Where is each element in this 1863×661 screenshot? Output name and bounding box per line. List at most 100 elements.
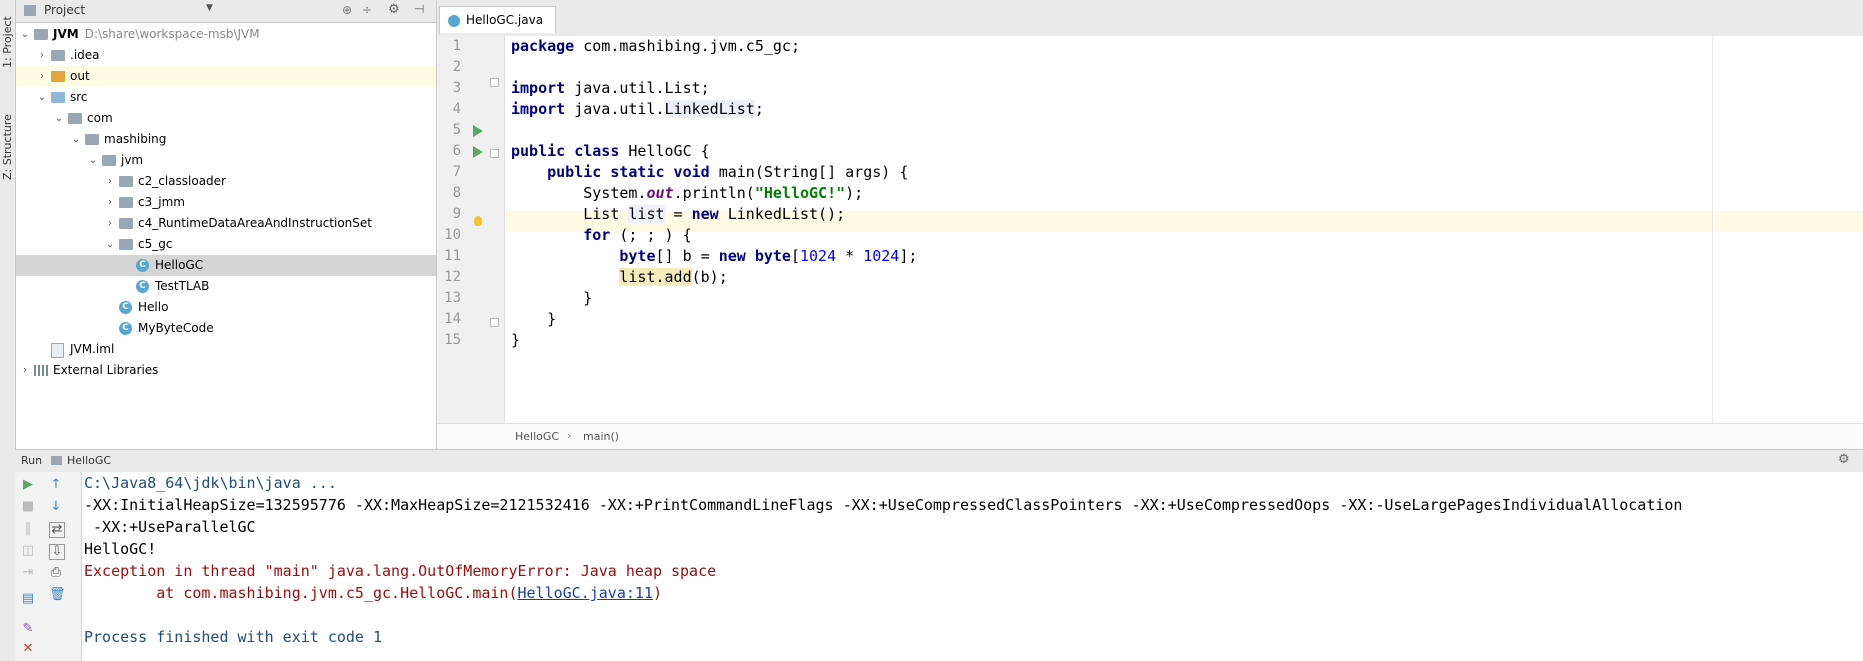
tree-item[interactable]: ⌄ com — [16, 108, 436, 129]
package-icon — [68, 113, 82, 124]
package-icon — [85, 134, 99, 145]
tree-item[interactable]: › c3_jmm — [16, 192, 436, 213]
run-config-icon — [51, 456, 62, 465]
run-panel-header: Run HelloGC ⚙ — [15, 449, 1863, 473]
console-exception-line: Exception in thread "main" java.lang.Out… — [84, 562, 717, 580]
chevron-right-icon[interactable]: › — [20, 360, 30, 381]
tree-item[interactable]: JVM.iml — [16, 339, 436, 360]
tree-item[interactable]: ⌄ JVM D:\share\workspace-msb\JVM — [16, 24, 436, 45]
gear-icon[interactable]: ⚙ — [388, 2, 400, 17]
tree-item-label: src — [70, 90, 88, 104]
tree-item-label: c4_RuntimeDataAreaAndInstructionSet — [138, 216, 372, 230]
package-icon — [119, 218, 133, 229]
tree-item[interactable]: › out — [16, 66, 436, 87]
line-number: 14 — [444, 311, 461, 327]
code-line-1: package com.mashibing.jvm.c5_gc; — [511, 37, 800, 55]
code-line-9: List list = new LinkedList(); — [583, 205, 846, 223]
tree-item[interactable]: › c2_classloader — [16, 171, 436, 192]
hide-panel-icon[interactable]: ⊣ — [414, 2, 424, 16]
structure-tool-tab-label: Z: Structure — [1, 114, 14, 180]
run-class-icon[interactable] — [473, 125, 483, 137]
class-icon: C — [136, 280, 149, 293]
folder-orange-icon — [51, 71, 65, 82]
class-icon: C — [136, 259, 149, 272]
line-number: 12 — [444, 269, 461, 285]
gear-icon[interactable]: ⚙ — [1838, 452, 1850, 467]
tree-item[interactable]: C Hello — [16, 297, 436, 318]
run-toolbar: ▶ ↑ ■ ↓ ‖ ⇄ ◫ ⇩ ⇥ ⎙ ▤ 🗑 ✎ ✕ — [15, 472, 82, 661]
chevron-right-icon[interactable]: › — [37, 45, 47, 66]
right-margin-guide — [1712, 36, 1713, 423]
breadcrumb: HelloGC › main() — [437, 423, 1863, 450]
soft-wrap-icon[interactable]: ⇄ — [49, 522, 65, 538]
structure-tool-tab[interactable]: Z: Structure — [0, 100, 15, 180]
tree-item-label: JVM.iml — [70, 342, 115, 356]
scroll-up-icon[interactable]: ↑ — [49, 478, 63, 492]
project-tool-tab-label: 1: Project — [1, 16, 14, 68]
line-number: 4 — [452, 101, 461, 117]
tree-item[interactable]: › c4_RuntimeDataAreaAndInstructionSet — [16, 213, 436, 234]
breadcrumb-separator-icon: › — [567, 429, 572, 442]
scroll-to-end-icon[interactable]: ⇩ — [49, 544, 65, 560]
fold-marker-icon[interactable] — [490, 78, 499, 87]
close-icon[interactable]: ✕ — [21, 642, 35, 656]
tree-item[interactable]: ⌄ jvm — [16, 150, 436, 171]
chevron-down-icon[interactable]: ⌄ — [88, 150, 98, 171]
class-icon: C — [119, 301, 132, 314]
pause-icon[interactable]: ‖ — [21, 522, 35, 536]
tree-item[interactable]: › External Libraries — [16, 360, 436, 381]
chevron-right-icon[interactable]: › — [105, 171, 115, 192]
project-view-icon — [24, 5, 36, 16]
chevron-down-icon[interactable]: ⌄ — [37, 87, 47, 108]
stop-icon[interactable]: ■ — [21, 500, 35, 514]
chevron-right-icon[interactable]: › — [37, 66, 47, 87]
console-output[interactable]: C:\Java8_64\jdk\bin\java ... -XX:Initial… — [82, 472, 1863, 661]
run-label: Run — [21, 454, 43, 467]
chevron-down-icon[interactable]: ⌄ — [105, 234, 115, 255]
tree-item-label: TestTLAB — [155, 279, 210, 293]
scroll-down-icon[interactable]: ↓ — [49, 500, 63, 514]
line-number: 9 — [452, 206, 461, 222]
pin-icon[interactable]: ✎ — [21, 622, 35, 636]
project-tool-tab[interactable]: 1: Project — [0, 8, 15, 68]
chevron-right-icon[interactable]: › — [105, 192, 115, 213]
print-icon[interactable]: ⎙ — [49, 566, 63, 580]
exit-icon[interactable]: ⇥ — [21, 566, 35, 580]
fold-marker-icon[interactable] — [490, 318, 499, 327]
code-line-7: public static void main(String[] args) { — [547, 163, 909, 181]
tree-item[interactable]: › .idea — [16, 45, 436, 66]
folder-icon — [51, 50, 65, 61]
tree-item[interactable]: C TestTLAB — [16, 276, 436, 297]
dump-threads-icon[interactable]: ◫ — [21, 544, 35, 558]
tree-item-label: mashibing — [104, 132, 167, 146]
tree-item[interactable]: ⌄ mashibing — [16, 129, 436, 150]
layout-icon[interactable]: ▤ — [21, 592, 35, 606]
fold-marker-icon[interactable] — [490, 149, 499, 158]
library-icon — [34, 365, 48, 376]
tab-hellogc-java[interactable]: HelloGC.java — [439, 6, 557, 33]
view-dropdown-icon[interactable]: ▼ — [206, 3, 213, 13]
tree-item[interactable]: C HelloGC — [16, 255, 436, 276]
chevron-down-icon[interactable]: ⌄ — [71, 129, 81, 150]
clear-all-icon[interactable]: 🗑 — [49, 588, 66, 602]
collapse-all-icon[interactable]: ÷ — [362, 3, 372, 17]
rerun-icon[interactable]: ▶ — [21, 478, 35, 492]
code-editor[interactable]: 1 2 3 4 5 6 7 8 9 10 11 12 13 14 15 package com.mashib… — [437, 36, 1863, 423]
intention-bulb-icon[interactable] — [474, 216, 482, 226]
project-panel-title[interactable]: Project — [44, 3, 85, 17]
run-main-icon[interactable] — [473, 146, 483, 158]
line-number: 1 — [452, 38, 461, 54]
scroll-from-source-icon[interactable]: ⊕ — [342, 3, 352, 17]
breadcrumb-class[interactable]: HelloGC — [515, 430, 559, 443]
chevron-right-icon[interactable]: › — [105, 213, 115, 234]
chevron-down-icon[interactable]: ⌄ — [54, 108, 64, 129]
tree-item-label: out — [70, 69, 90, 83]
tree-item[interactable]: ⌄ src — [16, 87, 436, 108]
stacktrace-link[interactable]: HelloGC.java:11 — [517, 584, 652, 602]
chevron-down-icon[interactable]: ⌄ — [20, 24, 30, 45]
tree-item[interactable]: ⌄ c5_gc — [16, 234, 436, 255]
breadcrumb-method[interactable]: main() — [583, 430, 619, 443]
tree-item-label: MyByteCode — [138, 321, 214, 335]
tree-item[interactable]: C MyByteCode — [16, 318, 436, 339]
run-config-name[interactable]: HelloGC — [67, 454, 111, 467]
